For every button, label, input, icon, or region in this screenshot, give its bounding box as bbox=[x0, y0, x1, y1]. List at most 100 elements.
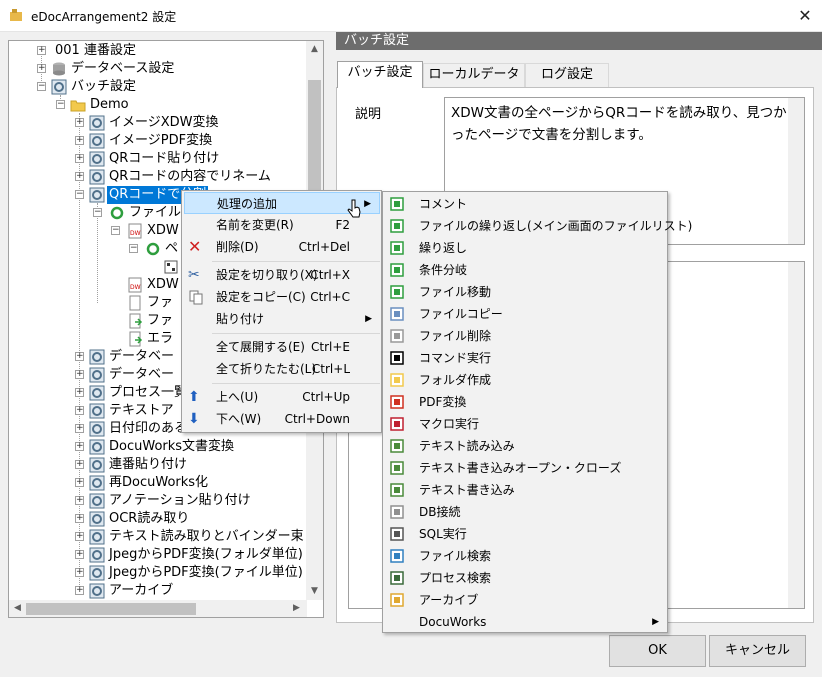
gear-icon bbox=[89, 385, 105, 401]
submenu-item-label: プロセス検索 bbox=[419, 571, 492, 585]
submenu-item-label: コマンド実行 bbox=[419, 351, 492, 365]
window-title: eDocArrangement2 設定 bbox=[31, 10, 177, 24]
delete-icon: ✕ bbox=[188, 237, 202, 256]
tab-local-data[interactable]: ローカルデータ bbox=[423, 63, 525, 87]
menu-item-copy[interactable]: 設定をコピー(C) Ctrl+C bbox=[184, 286, 380, 308]
text-open-close-icon bbox=[389, 460, 405, 476]
menu-item-move-down[interactable]: ⬇ 下へ(W) Ctrl+Down bbox=[184, 408, 380, 430]
submenu-item[interactable]: ファイル削除 bbox=[385, 325, 667, 347]
db-icon bbox=[389, 504, 405, 520]
description-scrollbar[interactable] bbox=[788, 98, 804, 244]
submenu-item[interactable]: PDF変換 bbox=[385, 391, 667, 413]
submenu-item[interactable]: SQL実行 bbox=[385, 523, 667, 545]
submenu-item[interactable]: テキスト書き込み bbox=[385, 479, 667, 501]
xdw-icon: DW bbox=[128, 223, 142, 239]
scroll-up-arrow-icon[interactable]: ▲ bbox=[306, 44, 323, 54]
gear-icon bbox=[89, 439, 105, 455]
folder-icon bbox=[70, 100, 86, 112]
scroll-right-arrow-icon[interactable]: ▶ bbox=[288, 603, 305, 613]
gear-icon bbox=[89, 349, 105, 365]
app-icon bbox=[10, 9, 22, 21]
gear-icon bbox=[89, 403, 105, 419]
scroll-left-arrow-icon[interactable]: ◀ bbox=[9, 603, 26, 613]
submenu-item-label: アーカイブ bbox=[419, 593, 479, 607]
submenu-item-label: SQL実行 bbox=[419, 527, 467, 541]
loop-icon bbox=[110, 206, 124, 220]
menu-item-paste[interactable]: 貼り付け ▶ bbox=[184, 308, 380, 330]
tree-horizontal-thumb[interactable] bbox=[26, 603, 196, 615]
gear-icon bbox=[89, 169, 105, 185]
loop-icon bbox=[146, 242, 160, 256]
arrow-down-icon: ⬇ bbox=[188, 411, 200, 427]
gear-icon bbox=[51, 79, 67, 95]
submenu-item-label: テキスト書き込みオープン・クローズ bbox=[419, 461, 622, 475]
submenu-item-label: DocuWorks bbox=[419, 615, 487, 629]
file-delete-icon bbox=[389, 328, 405, 344]
menu-item-cut[interactable]: ✂ 設定を切り取り(X) Ctrl+X bbox=[184, 264, 380, 286]
submenu-item[interactable]: テキスト読み込み bbox=[385, 435, 667, 457]
scroll-down-arrow-icon[interactable]: ▼ bbox=[306, 586, 323, 596]
submenu-item[interactable]: アーカイブ bbox=[385, 589, 667, 611]
gear-icon bbox=[89, 151, 105, 167]
submenu-item[interactable]: DocuWorks ▶ bbox=[385, 611, 667, 633]
copy-icon bbox=[189, 290, 203, 305]
submenu-item-label: 条件分岐 bbox=[419, 263, 468, 277]
macro-icon bbox=[389, 416, 405, 432]
submenu-item-label: ファイルコピー bbox=[419, 307, 503, 321]
arrow-up-icon: ⬆ bbox=[188, 389, 200, 405]
submenu-item[interactable]: ファイルコピー bbox=[385, 303, 667, 325]
submenu-arrow-icon: ▶ bbox=[364, 199, 371, 209]
submenu-item[interactable]: フォルダ作成 bbox=[385, 369, 667, 391]
gear-icon bbox=[89, 457, 105, 473]
folder-create-icon bbox=[389, 372, 405, 388]
submenu-item[interactable]: ファイル移動 bbox=[385, 281, 667, 303]
add-process-submenu: コメントファイルの繰り返し(メイン画面のファイルリスト) 繰り返し条件分岐ファイル… bbox=[382, 191, 692, 633]
file-move-icon bbox=[389, 284, 405, 300]
submenu-arrow-icon: ▶ bbox=[365, 314, 372, 324]
close-icon[interactable]: ✕ bbox=[790, 2, 820, 30]
submenu-item[interactable]: マクロ実行 bbox=[385, 413, 667, 435]
branch-icon bbox=[389, 262, 405, 278]
gear-icon bbox=[89, 547, 105, 563]
menu-item-move-up[interactable]: ⬆ 上へ(U) Ctrl+Up bbox=[184, 386, 380, 408]
process-search-icon bbox=[389, 570, 405, 586]
submenu-arrow-icon: ▶ bbox=[652, 617, 659, 627]
submenu-item[interactable]: 繰り返し bbox=[385, 237, 667, 259]
submenu-item[interactable]: コマンド実行 bbox=[385, 347, 667, 369]
submenu-item-label: ファイル削除 bbox=[419, 329, 492, 343]
mouse-cursor-icon bbox=[347, 199, 361, 218]
gear-icon bbox=[89, 565, 105, 581]
submenu-item-label: コメント bbox=[419, 197, 468, 211]
submenu-item-label: ファイル移動 bbox=[419, 285, 492, 299]
submenu-item-label: PDF変換 bbox=[419, 395, 467, 409]
gear-icon bbox=[89, 529, 105, 545]
submenu-item-label: テキスト読み込み bbox=[419, 439, 515, 453]
qr-icon bbox=[164, 260, 178, 274]
submenu-item[interactable]: 条件分岐 bbox=[385, 259, 667, 281]
cut-icon: ✂ bbox=[188, 267, 200, 283]
database-icon bbox=[53, 62, 65, 76]
submenu-item[interactable]: ファイルの繰り返し(メイン画面のファイルリスト) bbox=[385, 215, 692, 237]
comment-icon bbox=[389, 196, 405, 212]
ok-button[interactable]: OK bbox=[609, 635, 706, 667]
process-list-scrollbar[interactable] bbox=[788, 262, 804, 608]
gear-icon bbox=[89, 133, 105, 149]
submenu-item-label: マクロ実行 bbox=[419, 417, 480, 431]
tab-batch[interactable]: バッチ設定 bbox=[337, 61, 423, 88]
cancel-button[interactable]: キャンセル bbox=[709, 635, 806, 667]
submenu-item[interactable]: テキスト書き込みオープン・クローズ bbox=[385, 457, 667, 479]
menu-item-delete[interactable]: ✕ 削除(D) Ctrl+Del bbox=[184, 236, 380, 258]
menu-item-collapse-all[interactable]: 全て折りたたむ(L) Ctrl+L bbox=[184, 358, 380, 380]
gear-icon bbox=[89, 115, 105, 131]
submenu-item[interactable]: DB接続 bbox=[385, 501, 667, 523]
menu-item-expand-all[interactable]: 全て展開する(E) Ctrl+E bbox=[184, 336, 380, 358]
svg-text:DW: DW bbox=[130, 284, 141, 291]
text-write-icon bbox=[389, 482, 405, 498]
tab-log[interactable]: ログ設定 bbox=[525, 63, 609, 87]
submenu-item[interactable]: コメント bbox=[385, 193, 667, 215]
submenu-item[interactable]: プロセス検索 bbox=[385, 567, 667, 589]
submenu-item[interactable]: ファイル検索 bbox=[385, 545, 667, 567]
gear-icon bbox=[89, 493, 105, 509]
file-icon bbox=[129, 295, 141, 311]
file-loop-icon bbox=[389, 218, 405, 234]
